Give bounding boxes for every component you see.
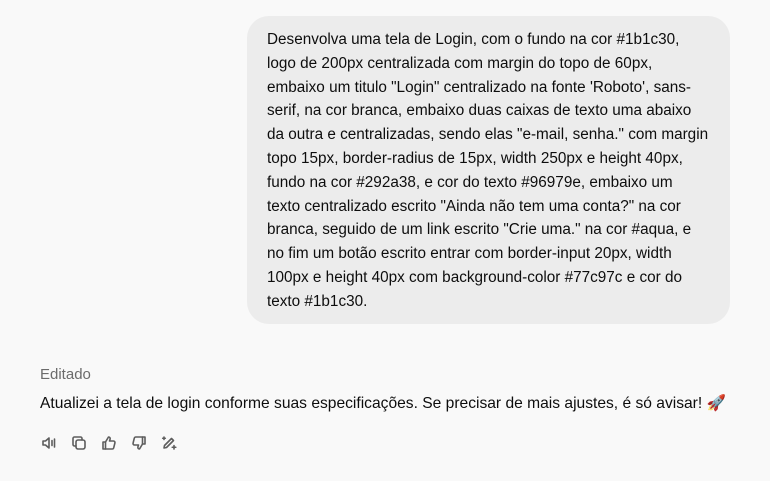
edited-label: Editado <box>40 366 91 383</box>
good-response-button[interactable] <box>100 434 118 452</box>
copy-icon <box>72 436 86 450</box>
speaker-icon <box>42 437 56 449</box>
copy-button[interactable] <box>70 434 88 452</box>
edit-button[interactable] <box>160 434 178 452</box>
thumbs-down-icon <box>132 436 146 450</box>
thumbs-up-icon <box>102 436 116 450</box>
assistant-message: Atualizei a tela de login conforme suas … <box>40 395 726 412</box>
user-message-bubble: Desenvolva uma tela de Login, com o fund… <box>247 16 730 324</box>
message-actions <box>40 434 178 452</box>
edit-sparkle-icon <box>161 436 177 450</box>
bad-response-button[interactable] <box>130 434 148 452</box>
read-aloud-button[interactable] <box>40 434 58 452</box>
